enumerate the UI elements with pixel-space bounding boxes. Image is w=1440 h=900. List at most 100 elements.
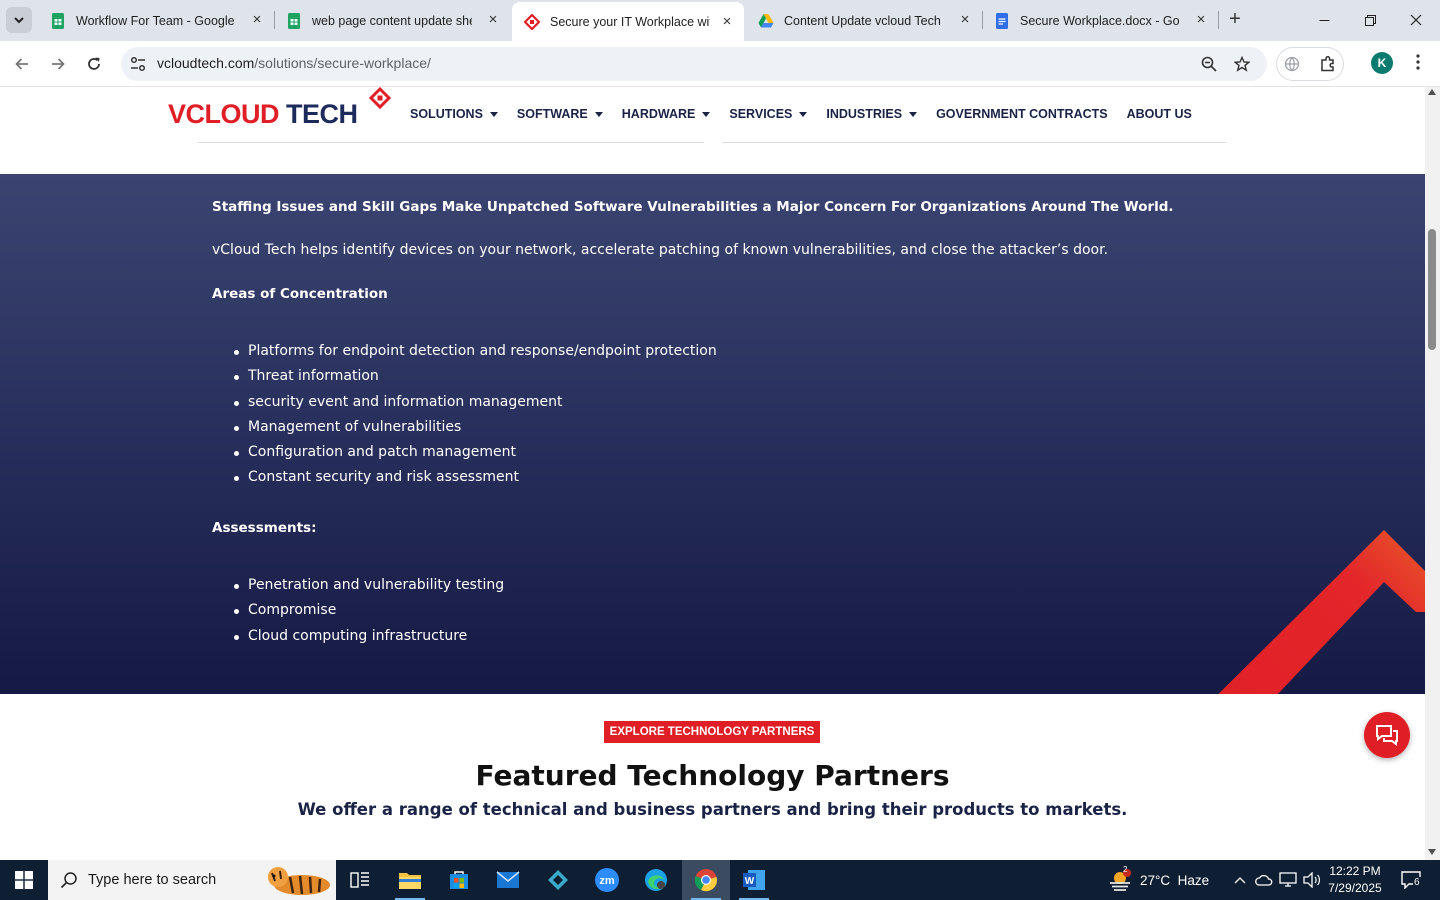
search-icon — [60, 872, 77, 889]
nav-label: GOVERNMENT CONTRACTS — [936, 107, 1108, 121]
logo-wordmark: VCLOUD TECH — [168, 99, 358, 130]
minimize-icon — [1319, 19, 1329, 21]
forward-button[interactable] — [45, 51, 71, 77]
tab-drive-folder[interactable]: Content Update vcloud Tech - Google Driv… — [746, 0, 982, 41]
explore-technology-partners-button[interactable]: EXPLORE TECHNOLOGY PARTNERS — [604, 721, 820, 743]
taskbar-mail[interactable] — [484, 860, 532, 900]
folder-icon — [399, 873, 421, 889]
cloud-icon — [1255, 874, 1273, 886]
scroll-thumb[interactable] — [1428, 229, 1436, 350]
restore-button[interactable] — [1347, 0, 1393, 40]
network-button[interactable] — [1276, 860, 1300, 900]
nav-label: INDUSTRIES — [826, 107, 903, 121]
list-item: Constant security and risk assessment — [234, 469, 1212, 494]
close-icon — [1410, 14, 1422, 26]
nav-item-industries[interactable]: INDUSTRIES — [826, 107, 918, 121]
nav-item-services[interactable]: SERVICES — [729, 107, 808, 121]
logo-tech: TECH — [279, 99, 358, 129]
caret-down-icon — [702, 111, 711, 117]
zoom-out-icon — [1201, 56, 1217, 72]
close-window-button[interactable] — [1393, 0, 1439, 40]
nav-label: HARDWARE — [621, 107, 696, 121]
zoom-button[interactable] — [1199, 54, 1219, 74]
list-item: Compromise — [234, 602, 1212, 627]
tab-workflow-sheet[interactable]: Workflow For Team - Google Sheets × — [38, 0, 274, 41]
profile-avatar[interactable]: K — [1371, 52, 1393, 74]
tab-secure-workplace[interactable]: Secure your IT Workplace with × — [512, 2, 744, 41]
google-sheets-icon — [288, 12, 300, 29]
taskbar-microsoft-store[interactable] — [435, 860, 483, 900]
vcloud-tech-icon — [524, 13, 540, 30]
scroll-down-arrow[interactable] — [1428, 849, 1436, 855]
show-hidden-icons-button[interactable] — [1228, 860, 1252, 900]
list-item: Threat information — [234, 368, 1212, 393]
nav-item-government-contracts[interactable]: GOVERNMENT CONTRACTS — [936, 107, 1108, 121]
tab-title: Workflow For Team - Google Sheets — [76, 13, 236, 28]
nav-item-about-us[interactable]: ABOUT US — [1127, 107, 1192, 121]
taskbar-search-box[interactable]: Type here to search — [48, 860, 336, 900]
list-item: Cloud computing infrastructure — [234, 628, 1212, 653]
onedrive-button[interactable] — [1252, 860, 1276, 900]
taskbar-clock[interactable]: 12:22 PM 7/29/2025 — [1322, 863, 1388, 897]
nav-item-software[interactable]: SOFTWARE — [517, 107, 603, 121]
extensions-button[interactable] — [1318, 54, 1338, 74]
notification-center-button[interactable]: 6 — [1395, 860, 1427, 900]
taskbar-word[interactable]: W — [730, 860, 778, 900]
arrow-right-icon — [52, 58, 65, 70]
nav-item-hardware[interactable]: HARDWARE — [622, 107, 711, 121]
url-text[interactable]: vcloudtech.com/solutions/secure-workplac… — [157, 55, 431, 71]
tab-search-button[interactable] — [6, 7, 32, 33]
windows-taskbar: Type here to search zm W 2 27°C Haze 12:… — [0, 860, 1440, 900]
minimize-button[interactable] — [1301, 0, 1347, 40]
site-settings-icon[interactable] — [129, 55, 147, 73]
list-item: Management of vulnerabilities — [234, 419, 1212, 444]
system-tray — [1228, 860, 1324, 900]
new-tab-button[interactable]: + — [1224, 8, 1246, 30]
close-icon[interactable]: × — [250, 12, 264, 27]
address-bar[interactable]: vcloudtech.com/solutions/secure-workplac… — [121, 47, 1267, 81]
start-button[interactable] — [0, 860, 48, 900]
more-vertical-icon — [1416, 54, 1420, 70]
partners-subtitle: We offer a range of technical and busine… — [297, 800, 1128, 819]
close-icon[interactable]: × — [1194, 12, 1208, 27]
puzzle-icon — [1321, 55, 1334, 72]
weather-widget[interactable]: 2 27°C Haze — [1108, 860, 1209, 900]
clock-time: 12:22 PM — [1329, 864, 1381, 878]
volume-button[interactable] — [1300, 860, 1324, 900]
chat-widget-button[interactable] — [1364, 712, 1410, 758]
back-button[interactable] — [9, 51, 35, 77]
url-host: vcloudtech.com — [157, 55, 255, 71]
scroll-up-arrow[interactable] — [1428, 89, 1436, 95]
caret-down-icon — [909, 111, 918, 117]
taskbar-edge[interactable] — [632, 860, 680, 900]
tab-content-sheet[interactable]: web page content update sheet × — [274, 0, 510, 41]
header-divider — [198, 142, 704, 143]
close-icon[interactable]: × — [720, 14, 734, 29]
google-sheets-icon — [52, 12, 64, 29]
chrome-icon — [694, 869, 717, 892]
tab-secure-workplace-doc[interactable]: Secure Workplace.docx - Google Docs × — [982, 0, 1218, 41]
taskbar-chrome[interactable] — [682, 860, 730, 900]
close-icon[interactable]: × — [958, 12, 972, 27]
weather-badge: 2 — [1123, 865, 1128, 874]
vcloud-tech-logo[interactable]: VCLOUD TECH — [168, 87, 392, 131]
svg-text:W: W — [745, 876, 755, 887]
reload-button[interactable] — [81, 51, 107, 77]
caret-down-icon — [489, 111, 498, 117]
browser-menu-button[interactable] — [1408, 51, 1428, 77]
taskbar-file-explorer[interactable] — [386, 860, 434, 900]
assessments-list: Penetration and vulnerability testing Co… — [234, 577, 1212, 653]
restore-icon — [1364, 14, 1376, 26]
reload-icon — [88, 57, 100, 70]
page-scrollbar[interactable] — [1425, 87, 1440, 860]
taskbar-app-diamond[interactable] — [534, 860, 582, 900]
translate-button[interactable] — [1282, 54, 1302, 74]
site-header: VCLOUD TECH SOLUTIONS SOFTWARE HARDWARE … — [0, 87, 1425, 174]
network-icon — [1279, 872, 1297, 887]
task-view-button[interactable] — [336, 860, 384, 900]
taskbar-zoom[interactable]: zm — [583, 860, 631, 900]
close-icon[interactable]: × — [486, 12, 500, 27]
nav-item-solutions[interactable]: SOLUTIONS — [410, 107, 498, 121]
bookmark-button[interactable] — [1232, 54, 1252, 74]
page-viewport: VCLOUD TECH SOLUTIONS SOFTWARE HARDWARE … — [0, 87, 1425, 860]
